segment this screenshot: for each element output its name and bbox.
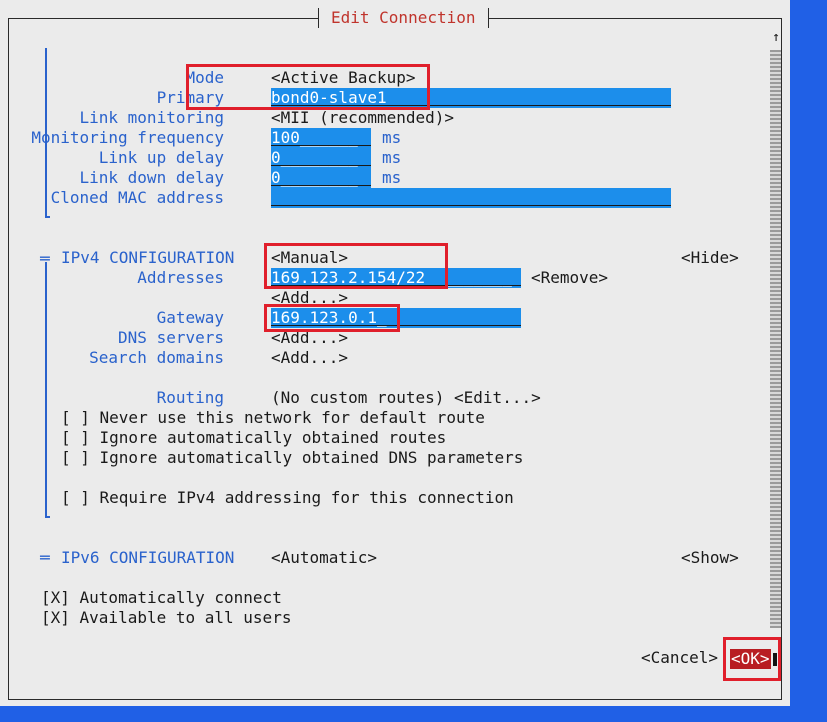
cloned-mac-label: Cloned MAC address bbox=[50, 188, 224, 207]
routing-label: Routing bbox=[156, 388, 224, 407]
cloned-mac-field[interactable] bbox=[271, 188, 671, 208]
monitoring-frequency-field[interactable]: 100______ bbox=[271, 128, 371, 148]
addresses-label: Addresses bbox=[137, 268, 224, 287]
monitoring-frequency-unit: ms bbox=[382, 128, 402, 147]
ignore-dns-checkbox[interactable]: [ ] Ignore automatically obtained DNS pa… bbox=[61, 448, 523, 468]
edit-connection-dialog: Edit Connection ↑ Mode <Active Backup> P… bbox=[0, 0, 790, 706]
ipv4-hide-button[interactable]: <Hide> bbox=[681, 248, 739, 268]
link-up-delay-unit: ms bbox=[382, 148, 402, 167]
link-up-delay-field[interactable]: 0________ bbox=[271, 148, 371, 168]
remove-address-button[interactable]: <Remove> bbox=[531, 268, 608, 288]
callout-gateway bbox=[264, 304, 400, 332]
ipv4-section-bracket bbox=[45, 262, 47, 518]
callout-mode-primary bbox=[186, 64, 430, 110]
callout-ok-button bbox=[723, 637, 781, 681]
add-search-domain-button[interactable]: <Add...> bbox=[271, 348, 348, 368]
ipv4-section-bracket-end bbox=[45, 516, 50, 518]
monitoring-frequency-label: Monitoring frequency bbox=[31, 128, 224, 147]
scroll-up-arrow-icon[interactable]: ↑ bbox=[770, 28, 782, 48]
dns-servers-label: DNS servers bbox=[118, 328, 224, 347]
ipv6-method-dropdown[interactable]: <Automatic> bbox=[271, 548, 377, 568]
routing-edit-button[interactable]: (No custom routes) <Edit...> bbox=[271, 388, 541, 408]
ignore-routes-checkbox[interactable]: [ ] Ignore automatically obtained routes bbox=[61, 428, 446, 448]
scrollbar[interactable] bbox=[770, 50, 781, 628]
link-monitoring-label: Link monitoring bbox=[79, 108, 225, 127]
link-down-delay-unit: ms bbox=[382, 168, 402, 187]
ipv6-section-marker: ═ bbox=[40, 548, 50, 567]
link-up-delay-label: Link up delay bbox=[98, 148, 224, 167]
ipv6-header: IPv6 CONFIGURATION bbox=[61, 548, 235, 567]
all-users-checkbox[interactable]: [X] Available to all users bbox=[41, 608, 291, 628]
link-monitoring-dropdown[interactable]: <MII (recommended)> bbox=[271, 108, 454, 128]
dialog-title: Edit Connection bbox=[318, 8, 489, 28]
cancel-button[interactable]: <Cancel> bbox=[641, 648, 718, 668]
bond-section-bracket-end bbox=[45, 216, 50, 218]
ipv6-show-button[interactable]: <Show> bbox=[681, 548, 739, 568]
link-down-delay-label: Link down delay bbox=[79, 168, 225, 187]
search-domains-label: Search domains bbox=[89, 348, 224, 367]
ipv4-header: IPv4 CONFIGURATION bbox=[61, 248, 235, 267]
require-ipv4-checkbox[interactable]: [ ] Require IPv4 addressing for this con… bbox=[61, 488, 514, 508]
link-down-delay-field[interactable]: 0________ bbox=[271, 168, 371, 188]
callout-ipv4-method-address bbox=[264, 243, 448, 289]
never-default-route-checkbox[interactable]: [ ] Never use this network for default r… bbox=[61, 408, 485, 428]
gateway-label: Gateway bbox=[156, 308, 224, 327]
auto-connect-checkbox[interactable]: [X] Automatically connect bbox=[41, 588, 282, 608]
